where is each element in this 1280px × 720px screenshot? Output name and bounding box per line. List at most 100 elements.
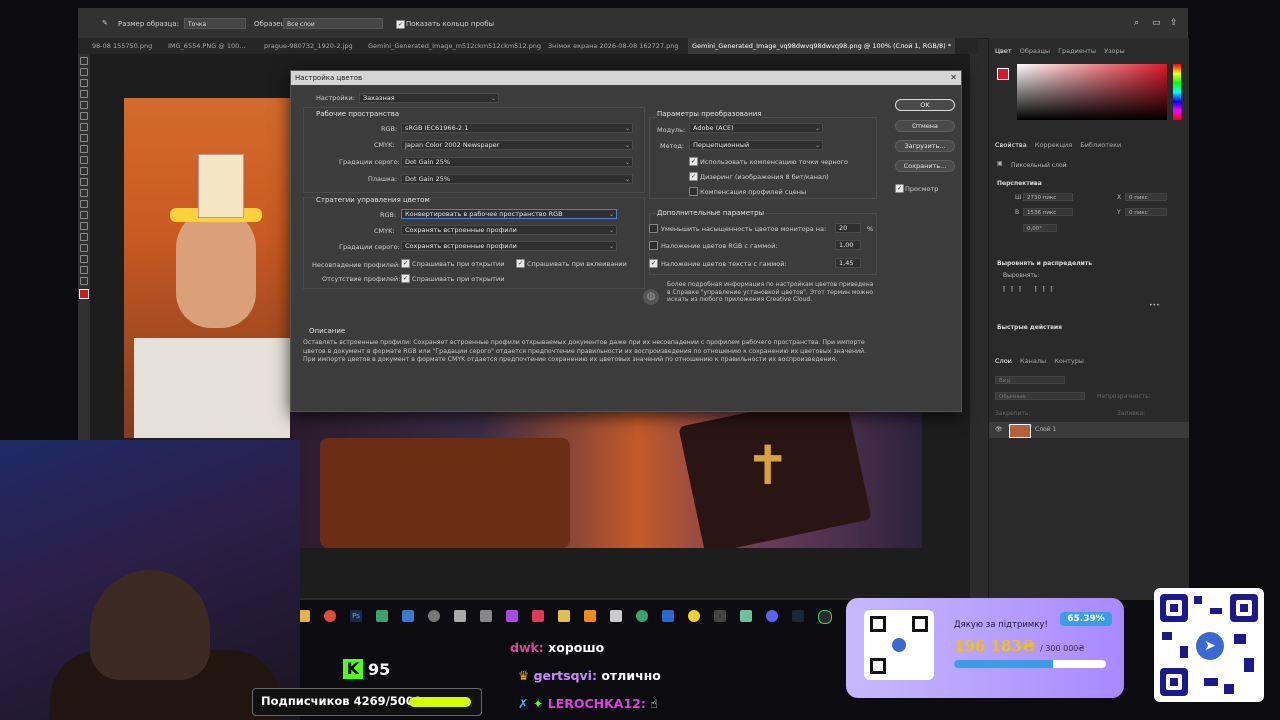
hand-tool-icon[interactable] — [80, 266, 88, 274]
ws-gray-select[interactable]: Dot Gain 25% ⌄ — [401, 157, 633, 167]
eye-icon[interactable]: 👁 — [995, 426, 1003, 433]
app-icon[interactable] — [428, 610, 440, 622]
steam-icon[interactable] — [792, 610, 804, 622]
path-select-icon[interactable] — [80, 244, 88, 252]
app-icon[interactable] — [376, 610, 388, 622]
tab-swatches[interactable]: Образцы — [1020, 44, 1050, 58]
brush-tool-icon[interactable] — [80, 145, 88, 153]
doc-tab-active[interactable]: Gemini_Generated_Image_vq98dwvq98dwvq98.… — [688, 38, 955, 54]
blend-mode-select[interactable]: Обычные — [995, 392, 1085, 400]
settings-select[interactable]: Заказная ⌄ — [359, 93, 499, 103]
intent-select[interactable]: Перцепционный ⌄ — [689, 140, 823, 150]
load-button[interactable]: Загрузить... — [895, 140, 955, 152]
blend-text-checkbox[interactable]: ✓ — [649, 259, 658, 268]
tab-layers[interactable]: Слои — [995, 354, 1012, 368]
app-icon[interactable] — [610, 610, 622, 622]
policy-gray-select[interactable]: Сохранять встроенные профили ⌄ — [401, 241, 617, 251]
foreground-color-swatch[interactable] — [79, 289, 89, 299]
more-icon[interactable]: ••• — [1149, 302, 1160, 309]
ws-spot-select[interactable]: Dot Gain 25% ⌄ — [401, 174, 633, 184]
app-icon[interactable] — [506, 610, 518, 622]
doc-tab[interactable]: prague-980732_1920-2.jpg — [264, 38, 353, 54]
tab-properties[interactable]: Свойства — [995, 138, 1027, 152]
dodge-tool-icon[interactable] — [80, 211, 88, 219]
blend-text-field[interactable]: 1,45 — [835, 258, 861, 268]
app-icon[interactable] — [714, 610, 726, 622]
desaturate-field[interactable]: 20 — [835, 223, 861, 233]
stamp-tool-icon[interactable] — [80, 156, 88, 164]
shape-tool-icon[interactable] — [80, 255, 88, 263]
move-tool-icon[interactable] — [80, 57, 88, 65]
gradient-tool-icon[interactable] — [80, 189, 88, 197]
desaturate-checkbox[interactable] — [649, 224, 658, 233]
app-icon[interactable] — [454, 610, 466, 622]
tab-gradients[interactable]: Градиенты — [1058, 44, 1096, 58]
photoshop-icon[interactable]: Ps — [350, 610, 362, 622]
policy-rgb-select[interactable]: Конвертировать в рабочее пространство RG… — [401, 209, 617, 219]
app-icon[interactable] — [558, 610, 570, 622]
align-section-title[interactable]: Выровнять и распределить — [997, 260, 1092, 267]
angle-field[interactable]: 0,00° — [1023, 224, 1057, 232]
tab-patterns[interactable]: Узоры — [1104, 44, 1125, 58]
cancel-button[interactable]: Отмена — [895, 120, 955, 132]
ask-paste-checkbox[interactable]: ✓ — [516, 259, 525, 268]
blend-rgb-checkbox[interactable] — [649, 241, 658, 250]
align-icons[interactable]: ⫿⫿⫿ ⫿⫿⫿ — [1003, 286, 1058, 294]
app-icon[interactable] — [818, 610, 832, 624]
sample-select[interactable]: Все слои — [283, 18, 383, 29]
color-picker-field[interactable] — [1017, 64, 1167, 120]
doc-tab[interactable]: Знімок екрана 2026-08-08 162727.png — [548, 38, 679, 54]
tab-color[interactable]: Цвет — [995, 44, 1012, 58]
app-icon[interactable] — [532, 610, 544, 622]
history-brush-icon[interactable] — [80, 167, 88, 175]
foreground-swatch[interactable] — [997, 68, 1009, 80]
lasso-tool-icon[interactable] — [80, 79, 88, 87]
pen-tool-icon[interactable] — [80, 222, 88, 230]
select-tool-icon[interactable] — [80, 90, 88, 98]
tab-channels[interactable]: Каналы — [1020, 354, 1046, 368]
frame-tool-icon[interactable] — [80, 112, 88, 120]
layer-filter[interactable]: Вид — [995, 376, 1065, 384]
crop-tool-icon[interactable] — [80, 101, 88, 109]
tab-paths[interactable]: Контуры — [1054, 354, 1084, 368]
app-icon[interactable] — [636, 610, 648, 622]
search-icon[interactable]: ⌕ — [1134, 18, 1139, 28]
layer-name[interactable]: Слой 1 — [1035, 426, 1056, 433]
doc-tab[interactable]: 98-08 155750.png — [92, 38, 152, 54]
app-icon[interactable] — [688, 610, 700, 622]
discord-icon[interactable] — [766, 610, 778, 622]
ask-open-missing-checkbox[interactable]: ✓ — [401, 274, 410, 283]
eraser-tool-icon[interactable] — [80, 178, 88, 186]
eyedropper-icon[interactable]: ✎ — [102, 19, 108, 27]
tab-adjustments[interactable]: Коррекция — [1035, 138, 1072, 152]
sample-size-select[interactable]: Точка — [184, 18, 246, 29]
type-tool-icon[interactable] — [80, 233, 88, 241]
close-icon[interactable]: ✕ — [950, 71, 957, 85]
policy-cmyk-select[interactable]: Сохранять встроенные профили ⌄ — [401, 225, 617, 235]
doc-tab[interactable]: IMG_6554.PNG @ 100... — [168, 38, 245, 54]
marquee-tool-icon[interactable] — [80, 68, 88, 76]
doc-tab[interactable]: Gemini_Generated_Image_m512ckm512ckm512.… — [368, 38, 541, 54]
preview-checkbox[interactable]: ✓ — [895, 184, 904, 193]
hue-slider[interactable] — [1173, 64, 1181, 120]
chrome-icon[interactable] — [324, 610, 336, 622]
app-icon[interactable] — [402, 610, 414, 622]
save-button[interactable]: Сохранить... — [895, 160, 955, 172]
engine-select[interactable]: Adobe (ACE) ⌄ — [689, 123, 823, 133]
ok-button[interactable]: OK — [895, 99, 955, 111]
zoom-tool-icon[interactable] — [80, 277, 88, 285]
ws-rgb-select[interactable]: sRGB IEC61966-2.1 ⌄ — [401, 123, 633, 133]
heal-tool-icon[interactable] — [80, 134, 88, 142]
bpc-checkbox[interactable]: ✓ — [689, 157, 698, 166]
height-field[interactable]: 1536 пикс — [1023, 208, 1073, 216]
workspace-icon[interactable]: ▭ — [1152, 18, 1161, 28]
show-ring-checkbox[interactable]: ✓ — [396, 20, 405, 29]
app-icon[interactable] — [480, 610, 492, 622]
quick-actions-title[interactable]: Быстрые действия — [997, 324, 1062, 331]
share-icon[interactable]: ⇪ — [1170, 18, 1178, 28]
ask-open-checkbox[interactable]: ✓ — [401, 259, 410, 268]
transform-section-title[interactable]: Перспектива — [997, 180, 1042, 187]
app-icon[interactable] — [662, 610, 674, 622]
blur-tool-icon[interactable] — [80, 200, 88, 208]
dither-checkbox[interactable]: ✓ — [689, 172, 698, 181]
